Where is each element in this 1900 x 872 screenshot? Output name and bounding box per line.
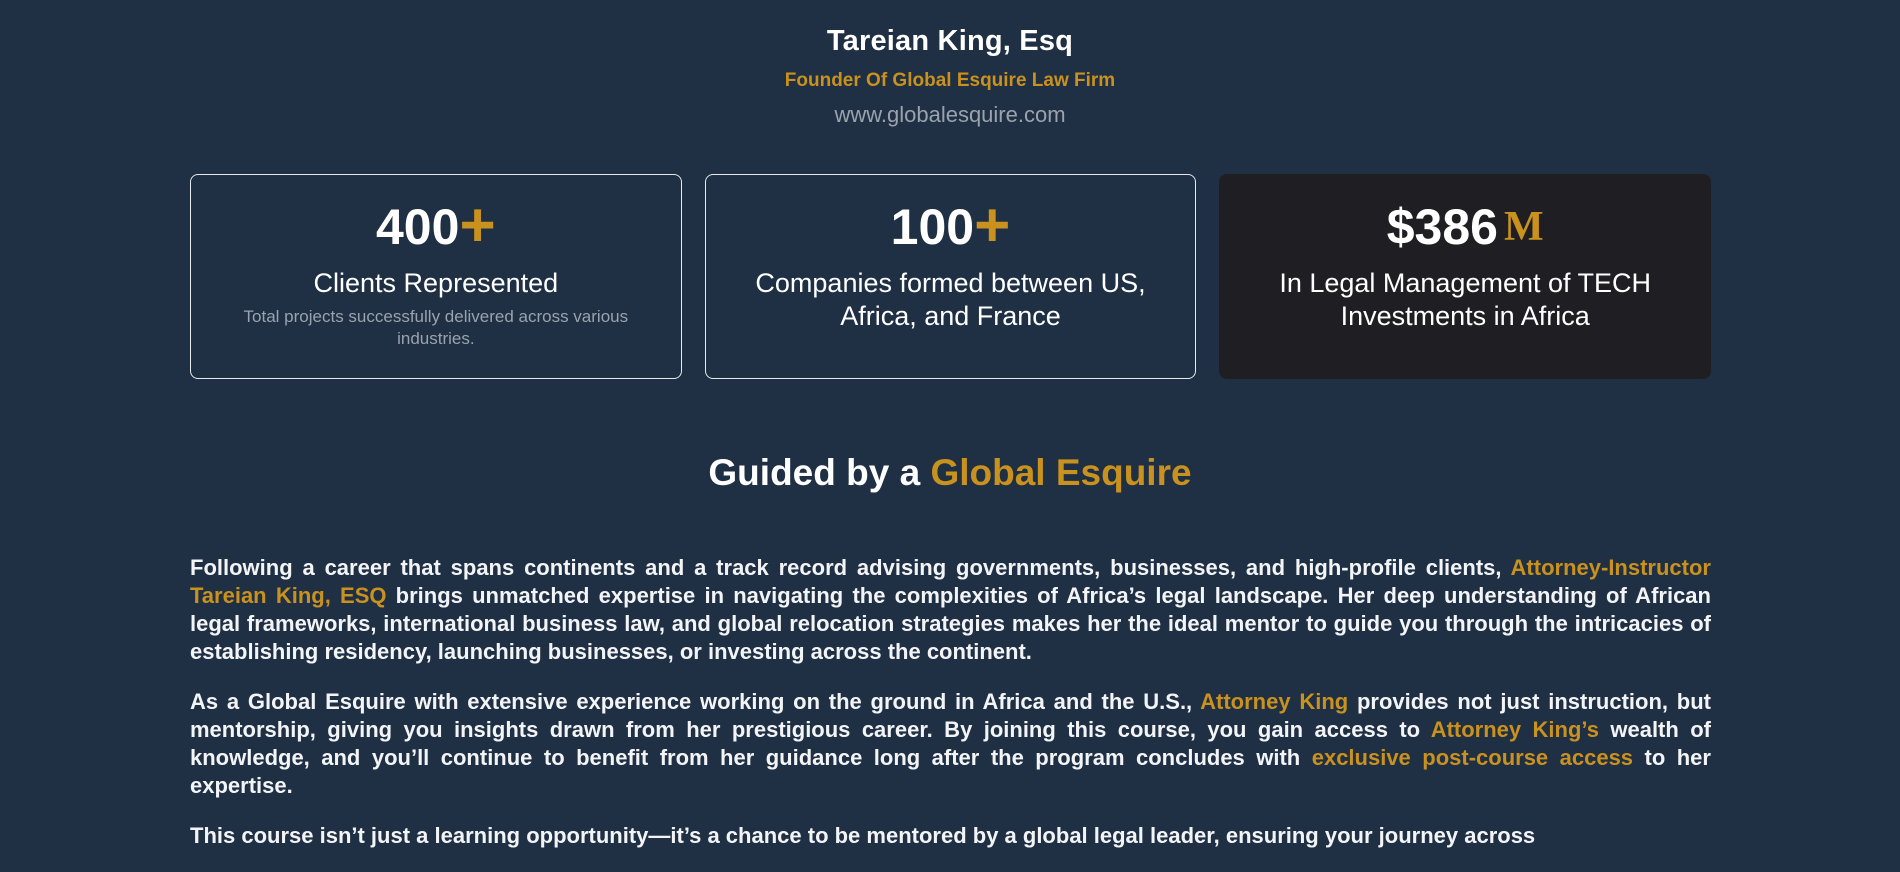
- stat-value: 100: [890, 199, 975, 255]
- text: This course isn’t just a learning opport…: [190, 823, 1536, 848]
- stat-number: 100+: [706, 195, 1196, 257]
- stat-label: Companies formed between US, Africa, and…: [755, 268, 1146, 331]
- stats-row: 400+ Clients Represented Total projects …: [190, 174, 1712, 379]
- stat-value: 400: [376, 199, 460, 255]
- attorney-name: Tareian King, Esq: [826, 25, 1074, 57]
- highlight-phrase: exclusive post-course access: [1311, 745, 1634, 770]
- text: Following a career that spans continents…: [190, 555, 1511, 580]
- stat-label: Clients Represented: [313, 268, 559, 298]
- bio-text: Following a career that spans continents…: [190, 554, 1711, 872]
- header: Tareian King, Esq Founder Of Global Esqu…: [0, 0, 1900, 128]
- stat-card-investments: $386 M In Legal Management of TECH Invest…: [1219, 174, 1712, 379]
- stat-description: Total projects successfully delivered ac…: [243, 307, 629, 348]
- highlight-name: Attorney King: [1200, 689, 1349, 714]
- bio-paragraph-1: Following a career that spans continents…: [190, 554, 1711, 666]
- stat-number: 400+: [191, 195, 681, 257]
- million-icon: M: [1503, 204, 1544, 250]
- stat-card-companies: 100+ Companies formed between US, Africa…: [704, 174, 1197, 379]
- highlight-name: Attorney King’s: [1430, 717, 1599, 742]
- plus-icon: +: [974, 191, 1011, 260]
- bio-paragraph-3: This course isn’t just a learning opport…: [190, 822, 1711, 850]
- plus-icon: +: [459, 191, 496, 260]
- text: brings unmatched expertise in navigating…: [190, 583, 1711, 664]
- stat-label: In Legal Management of TECH Investments …: [1279, 268, 1652, 331]
- bio-paragraph-2: As a Global Esquire with extensive exper…: [190, 688, 1711, 800]
- stat-card-clients: 400+ Clients Represented Total projects …: [190, 174, 682, 379]
- section-title-gold: Global Esquire: [930, 452, 1192, 493]
- stat-value: $386: [1386, 199, 1498, 255]
- section-title-white: Guided by a: [708, 452, 921, 493]
- text: As a Global Esquire with extensive exper…: [190, 689, 1201, 714]
- section-title: Guided by a Global Esquire: [0, 450, 1900, 496]
- stat-number: $386 M: [1220, 197, 1710, 257]
- attorney-role: Founder Of Global Esquire Law Firm: [784, 70, 1116, 91]
- website-link[interactable]: www.globalesquire.com: [0, 102, 1900, 128]
